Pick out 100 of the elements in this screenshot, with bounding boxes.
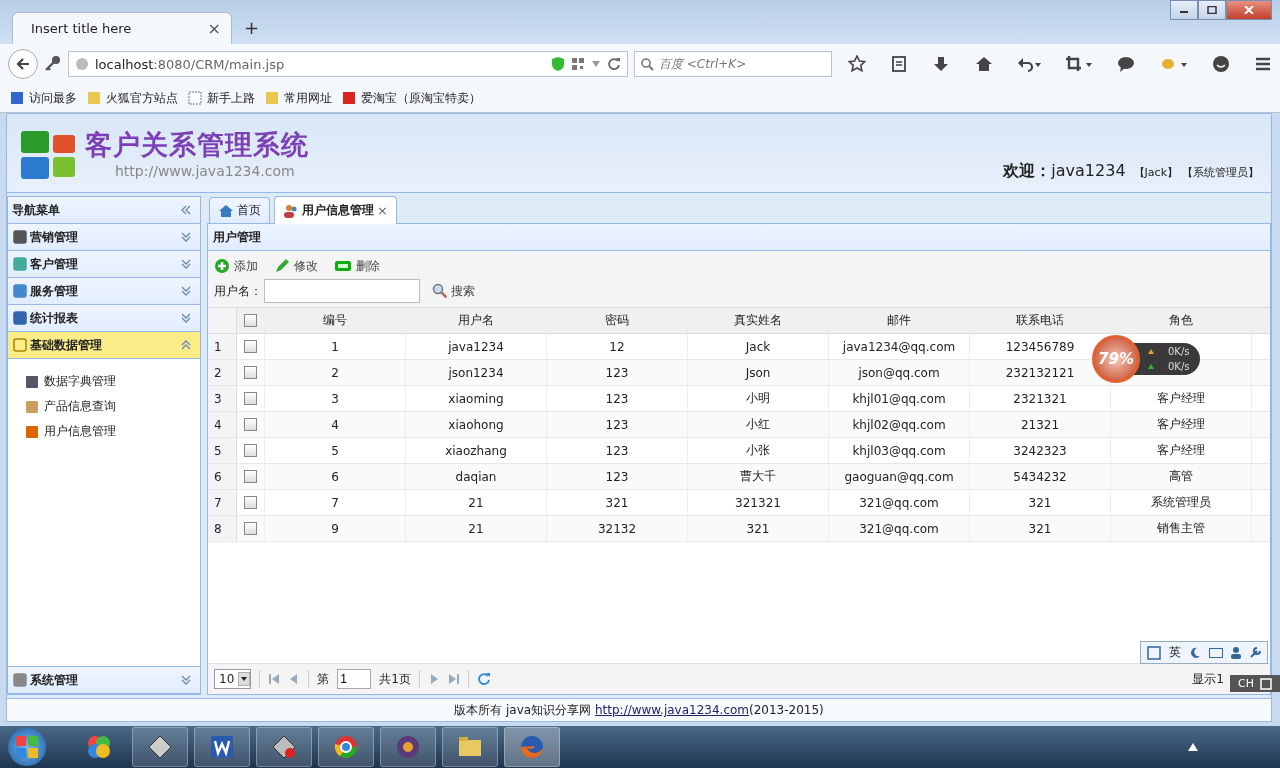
- accordion-header[interactable]: 统计报表: [8, 305, 200, 332]
- accordion-header[interactable]: 营销管理: [8, 224, 200, 251]
- start-button[interactable]: [8, 728, 46, 766]
- table-cell: 321: [970, 516, 1111, 541]
- taskbar-button[interactable]: [504, 727, 560, 767]
- taskbar-button[interactable]: [256, 727, 312, 767]
- table-cell: 1: [265, 334, 406, 359]
- reading-list-icon[interactable]: [890, 55, 909, 73]
- ime-toolbar[interactable]: 英: [1140, 641, 1268, 664]
- accordion-header[interactable]: 服务管理: [8, 278, 200, 305]
- table-cell: xiaohong: [406, 412, 547, 437]
- table-cell: 4: [265, 412, 406, 437]
- menu-item[interactable]: 数据字典管理: [8, 369, 200, 394]
- table-cell: 21321: [970, 412, 1111, 437]
- page-size-select[interactable]: 10: [214, 669, 252, 689]
- taskbar-button[interactable]: [132, 727, 188, 767]
- page-tab[interactable]: 用户信息管理 ×: [274, 196, 397, 224]
- row-number: 2: [208, 360, 237, 385]
- column-header[interactable]: 编号: [265, 308, 406, 333]
- close-button[interactable]: [1226, 0, 1272, 20]
- keyboard-icon: [1209, 647, 1223, 658]
- download-icon[interactable]: [932, 55, 951, 73]
- reload-icon[interactable]: [607, 57, 621, 71]
- column-header[interactable]: 角色: [1111, 308, 1252, 333]
- refresh-icon[interactable]: [476, 672, 491, 686]
- browser-tab[interactable]: Insert title here ×: [12, 12, 232, 44]
- dropdown-icon[interactable]: [591, 60, 601, 68]
- search-button[interactable]: 搜索: [432, 282, 475, 300]
- column-header[interactable]: 密码: [547, 308, 688, 333]
- accordion-header[interactable]: 基础数据管理: [8, 332, 200, 359]
- back-button[interactable]: [8, 49, 38, 79]
- real-name: 【Jack】: [1133, 164, 1178, 180]
- row-checkbox[interactable]: [244, 392, 257, 405]
- bookmark-link[interactable]: 新手上路: [188, 89, 255, 107]
- row-number: 7: [208, 490, 237, 515]
- expand-icon: [180, 285, 192, 297]
- column-header[interactable]: 联系电话: [970, 308, 1111, 333]
- row-number: 6: [208, 464, 237, 489]
- bookmark-link[interactable]: 火狐官方站点: [87, 89, 178, 107]
- toolbar-button[interactable]: 添加: [214, 257, 258, 275]
- column-header[interactable]: 真实姓名: [688, 308, 829, 333]
- page-total: 共1页: [379, 670, 411, 688]
- toolbar-button[interactable]: 修改: [274, 257, 318, 275]
- accordion-header[interactable]: 客户管理: [8, 251, 200, 278]
- site-link[interactable]: http://www.java1234.com: [594, 703, 749, 717]
- page-tab[interactable]: 首页: [209, 197, 270, 223]
- table-cell: java1234: [406, 334, 547, 359]
- menu-item[interactable]: 用户信息管理: [8, 419, 200, 444]
- bookmark-link[interactable]: 常用网址: [265, 89, 332, 107]
- minimize-button[interactable]: [1170, 0, 1198, 20]
- row-checkbox[interactable]: [244, 522, 257, 535]
- new-tab-button[interactable]: +: [238, 17, 266, 44]
- username-input[interactable]: [264, 279, 420, 303]
- taskbar-button[interactable]: [380, 727, 436, 767]
- close-icon[interactable]: ×: [377, 203, 388, 218]
- search-field[interactable]: 百度 <Ctrl+K>: [634, 51, 832, 77]
- table-cell: khjl03@qq.com: [829, 438, 970, 463]
- star-icon[interactable]: [848, 55, 866, 73]
- section-icon: [12, 337, 28, 353]
- page-input[interactable]: 1: [337, 669, 372, 689]
- key-icon[interactable]: [44, 53, 62, 72]
- select-all-checkbox[interactable]: [244, 314, 257, 327]
- row-checkbox[interactable]: [244, 444, 257, 457]
- diamond-icon: [147, 734, 173, 760]
- language-bar[interactable]: CH: [1230, 675, 1280, 692]
- column-header[interactable]: 邮件: [829, 308, 970, 333]
- column-header[interactable]: 用户名: [406, 308, 547, 333]
- home-icon[interactable]: [974, 55, 993, 73]
- chrome-icon: [333, 734, 359, 760]
- table-cell: 321@qq.com: [829, 490, 970, 515]
- menu-item[interactable]: 产品信息查询: [8, 394, 200, 419]
- qr-code-icon[interactable]: [571, 57, 585, 71]
- ime-logo-icon: [1147, 645, 1161, 660]
- table-cell: 321@qq.com: [829, 516, 970, 541]
- taskbar-button[interactable]: [318, 727, 374, 767]
- menu-icon[interactable]: [1253, 55, 1272, 73]
- app-icon[interactable]: [86, 734, 112, 760]
- bookmark-link[interactable]: 访问最多: [10, 89, 77, 107]
- tab-title: Insert title here: [31, 21, 132, 36]
- row-checkbox[interactable]: [244, 496, 257, 509]
- taskbar-button[interactable]: [442, 727, 498, 767]
- accordion-header[interactable]: 系统管理: [8, 667, 200, 694]
- item-icon: [24, 398, 40, 415]
- maximize-button[interactable]: [1198, 0, 1226, 20]
- crop-icon[interactable]: [1065, 55, 1094, 73]
- row-checkbox[interactable]: [244, 470, 257, 483]
- smiley-icon[interactable]: [1211, 55, 1230, 73]
- toolbar-button[interactable]: 删除: [334, 257, 380, 275]
- users-icon: [283, 203, 299, 218]
- chat-icon[interactable]: [1117, 55, 1136, 73]
- row-checkbox[interactable]: [244, 366, 257, 379]
- taskbar-button[interactable]: [194, 727, 250, 767]
- table-cell: 321: [970, 490, 1111, 515]
- row-checkbox[interactable]: [244, 418, 257, 431]
- address-bar[interactable]: localhost:8080/CRM/main.jsp: [68, 51, 628, 77]
- bookmark-link[interactable]: 爱淘宝（原淘宝特卖）: [342, 89, 481, 107]
- close-icon[interactable]: ×: [207, 19, 221, 38]
- row-checkbox[interactable]: [244, 340, 257, 353]
- collapse-icon[interactable]: [180, 205, 192, 215]
- table-cell: daqian: [406, 464, 547, 489]
